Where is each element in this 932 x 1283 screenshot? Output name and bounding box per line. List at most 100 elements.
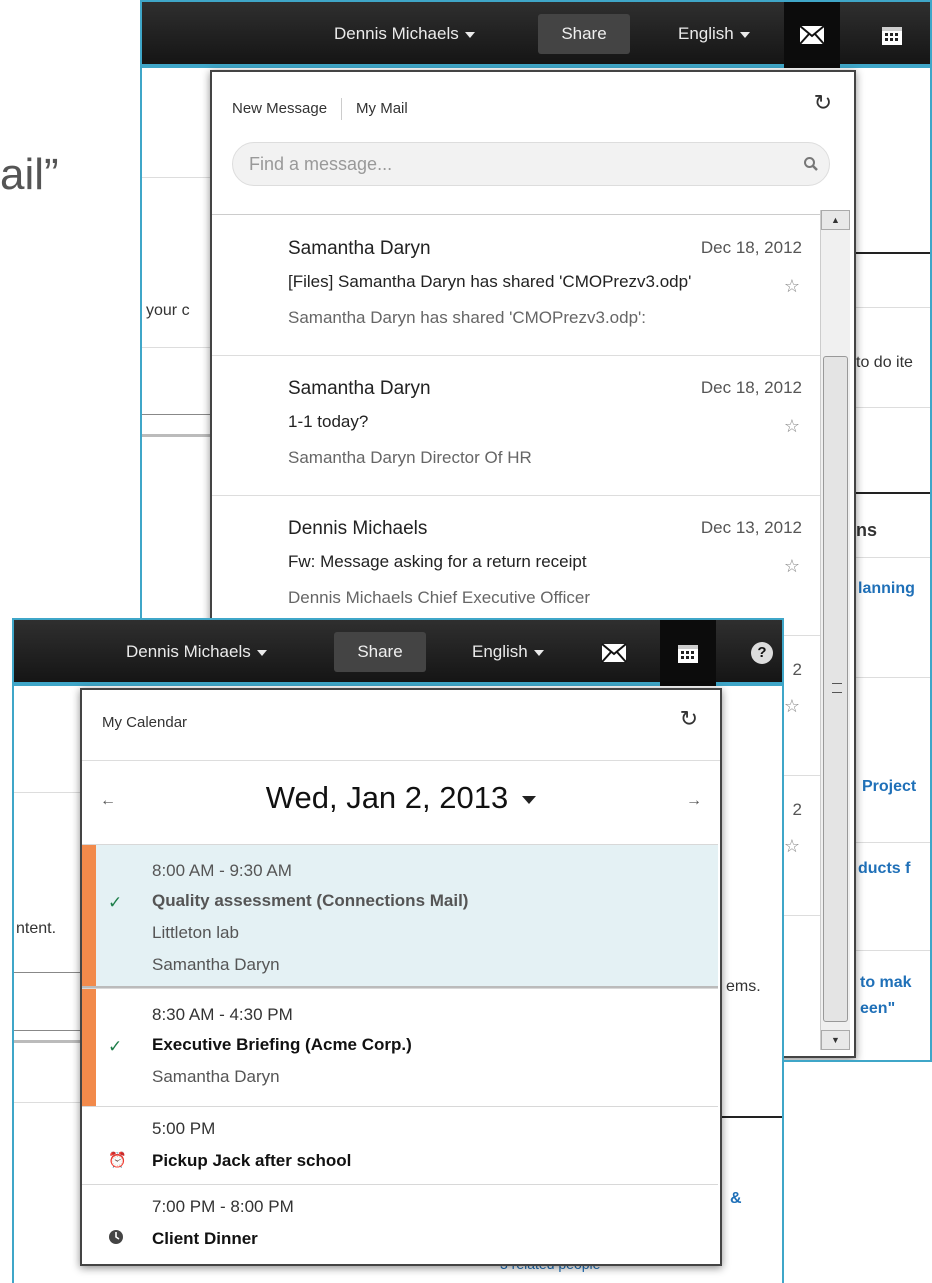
divider: [848, 307, 930, 308]
my-mail-link[interactable]: My Mail: [356, 100, 408, 117]
bg-text: ntent.: [16, 920, 57, 937]
share-button[interactable]: Share: [334, 632, 426, 672]
date-picker[interactable]: Wed, Jan 2, 2013: [82, 780, 720, 816]
star-icon[interactable]: ☆: [784, 276, 800, 297]
divider: [14, 972, 84, 973]
scroll-up-button[interactable]: ▲: [821, 210, 850, 230]
my-calendar-link[interactable]: My Calendar: [102, 714, 187, 731]
divider: [341, 98, 343, 120]
search-input[interactable]: Find a message...: [232, 142, 830, 186]
star-icon[interactable]: ☆: [784, 696, 800, 717]
partial-heading: ail”: [0, 150, 59, 199]
bg-link[interactable]: &: [730, 1190, 742, 1208]
user-menu[interactable]: Dennis Michaels: [334, 24, 475, 44]
event-color-bar: [82, 845, 96, 986]
event-time: 5:00 PM: [152, 1119, 216, 1138]
mail-icon: [601, 643, 627, 663]
message-date: Dec 18, 2012: [700, 238, 802, 257]
alarm-clock-icon: ⏰: [108, 1152, 127, 1169]
event-location: Littleton lab: [152, 923, 239, 942]
bg-text: to do ite: [856, 354, 913, 371]
scrollbar-thumb[interactable]: [823, 356, 848, 1022]
refresh-icon[interactable]: ↻: [814, 90, 832, 116]
divider: [848, 407, 930, 408]
message-subject: 1-1 today?: [288, 412, 369, 431]
divider: [722, 1116, 782, 1118]
divider: [848, 557, 930, 558]
calendar-event[interactable]: ✓ 8:00 AM - 9:30 AM Quality assessment (…: [82, 844, 718, 988]
check-icon: ✓: [108, 893, 123, 912]
chevron-down-icon: [256, 649, 267, 656]
language-menu[interactable]: English: [472, 642, 544, 662]
event-person: Samantha Daryn: [152, 1067, 280, 1086]
event-person: Samantha Daryn: [152, 955, 280, 974]
refresh-icon[interactable]: ↻: [680, 706, 698, 732]
user-menu[interactable]: Dennis Michaels: [126, 642, 267, 662]
star-icon[interactable]: ☆: [784, 556, 800, 577]
next-day-arrow-icon[interactable]: →: [686, 792, 702, 810]
message-sender: Dennis Michaels: [288, 518, 428, 539]
bg-link[interactable]: een": [860, 1000, 895, 1018]
calendar-event[interactable]: ✓ 8:30 AM - 4:30 PM Executive Briefing (…: [82, 988, 718, 1106]
chevron-down-icon: [464, 31, 475, 38]
event-title: Client Dinner: [152, 1229, 258, 1248]
divider: [142, 414, 212, 415]
language-menu[interactable]: English: [678, 24, 750, 44]
message-date: Dec 13, 2012: [700, 518, 802, 537]
message-date: Dec 18, 2012: [700, 378, 802, 397]
scrollbar[interactable]: ▲ ▼: [820, 210, 850, 1050]
calendar-button[interactable]: [864, 2, 920, 68]
chevron-down-icon: [739, 31, 750, 38]
bg-link[interactable]: lanning: [858, 580, 915, 598]
divider: [14, 792, 84, 793]
divider: [848, 492, 930, 494]
event-time: 7:00 PM - 8:00 PM: [152, 1197, 294, 1216]
new-message-link[interactable]: New Message: [232, 100, 327, 117]
message-date: 2: [792, 800, 802, 819]
calendar-button[interactable]: [660, 620, 716, 686]
mail-icon: [799, 25, 825, 45]
calendar-event[interactable]: 7:00 PM - 8:00 PM Client Dinner: [82, 1184, 718, 1264]
bg-text: ems.: [726, 978, 761, 995]
calendar-icon: [882, 27, 902, 45]
message-item[interactable]: Samantha Daryn Dec 18, 2012 [Files] Sama…: [212, 216, 820, 356]
search-icon: [804, 157, 818, 171]
divider: [14, 1040, 84, 1043]
message-sender: Samantha Daryn: [288, 378, 431, 399]
event-time: 8:00 AM - 9:30 AM: [152, 861, 292, 880]
message-subject: Fw: Message asking for a return receipt: [288, 552, 587, 571]
search-placeholder: Find a message...: [249, 154, 393, 174]
calendar-window-topbar: Dennis Michaels Share English ?: [14, 620, 782, 686]
mail-window-topbar: Dennis Michaels Share English: [142, 2, 930, 68]
share-button[interactable]: Share: [538, 14, 630, 54]
bg-text: ns: [856, 520, 878, 540]
check-icon: ✓: [108, 1037, 123, 1056]
bg-link[interactable]: to mak: [860, 974, 912, 992]
message-item[interactable]: Dennis Michaels Dec 13, 2012 Fw: Message…: [212, 496, 820, 636]
divider: [14, 1102, 84, 1103]
message-preview: Samantha Daryn Director Of HR: [288, 448, 532, 467]
message-date: 2: [792, 660, 802, 679]
message-item[interactable]: Samantha Daryn Dec 18, 2012 1-1 today? ☆…: [212, 356, 820, 496]
chevron-down-icon: [522, 795, 537, 804]
divider: [142, 434, 212, 437]
calendar-event[interactable]: ⏰ 5:00 PM Pickup Jack after school: [82, 1106, 718, 1184]
bg-link[interactable]: Project: [862, 778, 916, 796]
message-subject: [Files] Samantha Daryn has shared 'CMOPr…: [288, 272, 692, 291]
divider: [14, 1030, 84, 1031]
mail-button[interactable]: [586, 620, 642, 686]
divider: [82, 760, 720, 761]
divider: [848, 950, 930, 951]
mail-button[interactable]: [784, 2, 840, 68]
calendar-window: Dennis Michaels Share English ? ntent. e…: [12, 618, 784, 1283]
star-icon[interactable]: ☆: [784, 836, 800, 857]
divider: [212, 214, 822, 215]
event-title: Executive Briefing (Acme Corp.): [152, 1035, 412, 1054]
scroll-down-button[interactable]: ▼: [821, 1030, 850, 1050]
calendar-panel: My Calendar ↻ ← Wed, Jan 2, 2013 → ✓ 8:0…: [80, 688, 722, 1266]
message-sender: Samantha Daryn: [288, 238, 431, 259]
event-color-bar: [82, 989, 96, 1106]
star-icon[interactable]: ☆: [784, 416, 800, 437]
help-button[interactable]: ?: [738, 620, 782, 686]
bg-link[interactable]: ducts f: [858, 860, 910, 878]
